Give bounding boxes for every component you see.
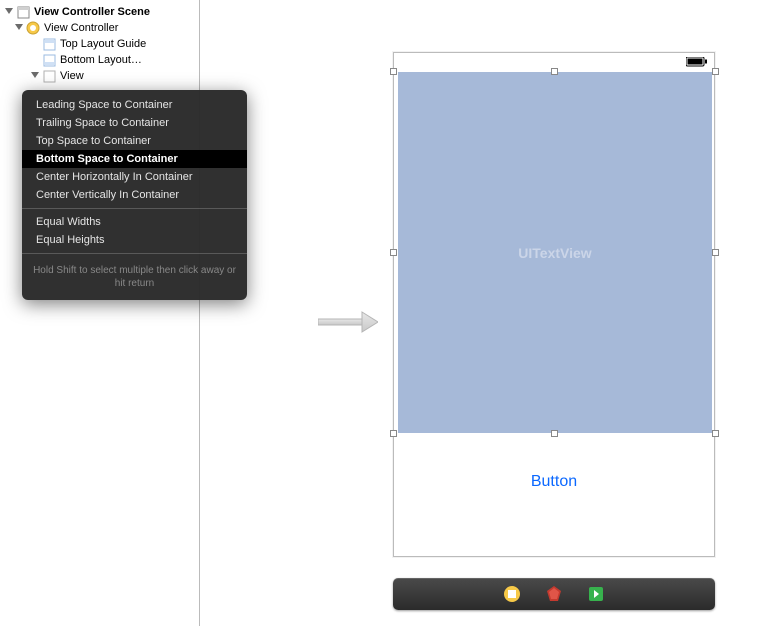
resolve-issues-tool-icon[interactable] (586, 584, 606, 604)
tree-row-view[interactable]: View (0, 68, 199, 84)
popover-hint: Hold Shift to select multiple then click… (22, 258, 247, 300)
uitextview[interactable]: UITextView (398, 72, 712, 433)
resize-handle[interactable] (390, 430, 397, 437)
constraint-option-bottom[interactable]: Bottom Space to Container (22, 150, 247, 168)
disclosure-triangle-icon[interactable] (14, 23, 24, 33)
separator (22, 208, 247, 209)
constraint-option-center-h[interactable]: Center Horizontally In Container (22, 168, 247, 186)
separator (22, 253, 247, 254)
layout-guide-icon (42, 53, 56, 67)
tree-row-top-guide[interactable]: Top Layout Guide (0, 36, 199, 52)
tree-label: Top Layout Guide (60, 38, 146, 50)
tree-row-bottom-guide[interactable]: Bottom Layout… (0, 52, 199, 68)
layout-guide-icon (42, 37, 56, 51)
constraint-option-trailing[interactable]: Trailing Space to Container (22, 114, 247, 132)
uitextview-placeholder: UITextView (518, 245, 591, 261)
spacer (30, 39, 40, 49)
resize-handle[interactable] (712, 430, 719, 437)
viewcontroller-icon (26, 21, 40, 35)
pin-constraints-popover: Leading Space to Container Trailing Spac… (22, 90, 247, 300)
constraint-option-top[interactable]: Top Space to Container (22, 132, 247, 150)
resize-handle[interactable] (551, 430, 558, 437)
constraint-option-center-v[interactable]: Center Vertically In Container (22, 186, 247, 204)
resize-handle[interactable] (390, 249, 397, 256)
constraint-option-equal-widths[interactable]: Equal Widths (22, 213, 247, 231)
constraint-option-leading[interactable]: Leading Space to Container (22, 96, 247, 114)
tree-label: Bottom Layout… (60, 54, 142, 66)
view-icon (42, 69, 56, 83)
pin-tool-icon[interactable] (544, 584, 564, 604)
resize-handle[interactable] (551, 68, 558, 75)
storyboard-scene-icon (16, 5, 30, 19)
tree-row-scene[interactable]: View Controller Scene (0, 4, 199, 20)
disclosure-triangle-icon[interactable] (4, 7, 14, 17)
spacer (30, 55, 40, 65)
resize-handle[interactable] (712, 249, 719, 256)
resize-handle[interactable] (390, 68, 397, 75)
tree-label: View (60, 70, 84, 82)
align-tool-icon[interactable] (502, 584, 522, 604)
resize-handle[interactable] (712, 68, 719, 75)
tree-row-controller[interactable]: View Controller (0, 20, 199, 36)
uibutton[interactable]: Button (531, 451, 577, 491)
segue-arrow-icon (318, 310, 378, 334)
canvas-bottom-toolbar (393, 578, 715, 610)
constraint-option-equal-heights[interactable]: Equal Heights (22, 231, 247, 249)
disclosure-triangle-icon[interactable] (30, 71, 40, 81)
battery-icon (686, 57, 708, 67)
button-container: Button (394, 451, 714, 491)
tree-label: View Controller (44, 22, 118, 34)
tree-label: View Controller Scene (34, 6, 150, 18)
interface-builder-canvas-view[interactable]: UITextView Button (393, 52, 715, 557)
